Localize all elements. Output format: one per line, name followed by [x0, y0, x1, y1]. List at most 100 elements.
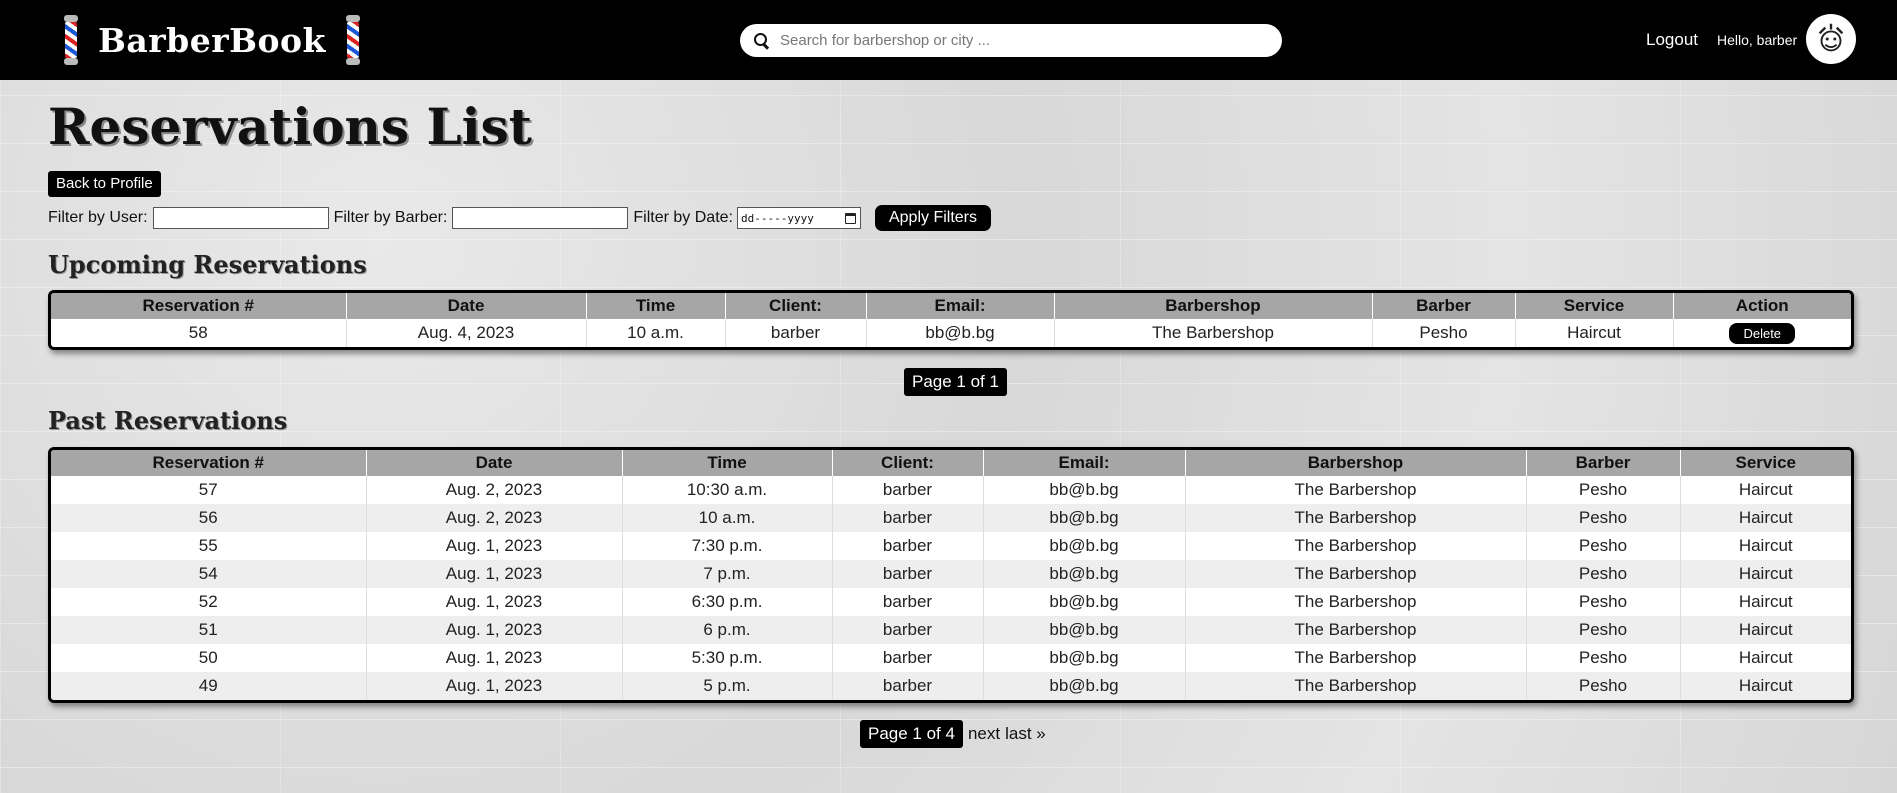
table-row: 54 Aug. 1, 2023 7 p.m. barber bb@b.bg The Bar… [51, 560, 1851, 588]
table-cell: Haircut [1680, 616, 1851, 644]
table-cell: Pesho [1526, 588, 1681, 616]
column-header: Service [1680, 450, 1851, 476]
table-cell: Aug. 2, 2023 [366, 504, 623, 532]
past-reservations-table: Reservation # Date Time Client: Email: Barber… [48, 447, 1854, 703]
page-title: Reservations List [48, 97, 532, 156]
filter-barber-label: Filter by Barber: [333, 209, 448, 226]
table-cell: barber [832, 616, 984, 644]
table-cell: barber [832, 672, 984, 700]
apply-filters-button[interactable]: Apply Filters [874, 205, 992, 231]
table-cell: Haircut [1680, 560, 1851, 588]
table-cell: 54 [51, 560, 367, 588]
column-header: Date [366, 450, 623, 476]
top-navbar: BarberBook Logout Hello, barber [0, 0, 1897, 80]
column-header: Email: [983, 450, 1186, 476]
table-cell: barber [725, 319, 867, 347]
search-icon [752, 31, 772, 51]
column-header: Barbershop [1054, 293, 1373, 319]
table-cell: bb@b.bg [983, 476, 1186, 504]
delete-button[interactable]: Delete [1729, 322, 1796, 344]
table-cell: 50 [51, 644, 367, 672]
table-cell: The Barbershop [1185, 672, 1527, 700]
table-row: 57 Aug. 2, 2023 10:30 a.m. barber bb@b.bg The… [51, 476, 1851, 504]
back-to-profile-button[interactable]: Back to Profile [48, 171, 161, 197]
table-cell: barber [832, 588, 984, 616]
table-row: 58 Aug. 4, 2023 10 a.m. barber bb@b.bg The Ba… [51, 319, 1851, 347]
filter-date-input[interactable]: dd-----yyyy [736, 207, 861, 229]
last-page-link[interactable]: last » [1005, 724, 1046, 744]
table-cell: The Barbershop [1054, 319, 1373, 347]
table-cell: 52 [51, 588, 367, 616]
calendar-icon[interactable] [844, 212, 856, 224]
column-header: Barber [1372, 293, 1516, 319]
table-cell: Pesho [1526, 560, 1681, 588]
table-cell: bb@b.bg [983, 672, 1186, 700]
table-cell: 10 a.m. [586, 319, 726, 347]
table-cell: Haircut [1738, 648, 1793, 667]
table-cell: Aug. 1, 2023 [366, 644, 623, 672]
avatar[interactable] [1806, 14, 1856, 64]
user-greeting: Hello, barber [1717, 32, 1798, 48]
table-row: 52 Aug. 1, 2023 6:30 p.m. barber bb@b.bg The … [51, 588, 1851, 616]
table-cell: The Barbershop [1185, 532, 1527, 560]
date-placeholder: dd-----yyyy [740, 211, 814, 225]
column-header: Barber [1526, 450, 1681, 476]
table-cell: bb@b.bg [983, 616, 1186, 644]
column-header: Email: [866, 293, 1055, 319]
table-cell: 5 p.m. [622, 672, 833, 700]
table-cell: bb@b.bg [983, 504, 1186, 532]
table-cell: 6 p.m. [622, 616, 833, 644]
brand-name[interactable]: BarberBook [98, 21, 326, 60]
table-cell: Aug. 1, 2023 [366, 672, 623, 700]
table-cell: bb@b.bg [983, 644, 1186, 672]
table-cell: The Barbershop [1185, 560, 1527, 588]
table-cell: Pesho [1526, 532, 1681, 560]
column-header: Barbershop [1185, 450, 1527, 476]
logout-link[interactable]: Logout [1646, 30, 1698, 50]
table-cell: 10 a.m. [622, 504, 833, 532]
search-bar[interactable] [740, 24, 1282, 57]
column-header: Client: [725, 293, 867, 319]
column-header: Client: [832, 450, 984, 476]
search-input[interactable] [780, 32, 1260, 49]
table-cell: barber [832, 504, 984, 532]
upcoming-reservations-table: Reservation # Date Time Client: Email: Barber… [48, 290, 1854, 350]
table-cell: Haircut [1680, 672, 1851, 700]
table-cell: 56 [51, 504, 367, 532]
table-cell: Pesho [1372, 319, 1516, 347]
table-cell: Pesho [1526, 504, 1681, 532]
table-cell: 58 [51, 319, 347, 347]
table-row: 55 Aug. 1, 2023 7:30 p.m. barber bb@b.bg The … [51, 532, 1851, 560]
table-cell: barber [832, 644, 984, 672]
table-cell: Pesho [1526, 476, 1681, 504]
table-cell: 55 [51, 532, 367, 560]
table-cell: 10:30 a.m. [622, 476, 833, 504]
table-cell: bb@b.bg [983, 588, 1186, 616]
table-cell: The Barbershop [1185, 476, 1527, 504]
filter-barber-input[interactable] [452, 207, 629, 229]
barber-avatar-icon [1818, 23, 1844, 52]
brand-logo[interactable]: BarberBook [62, 12, 362, 68]
table-cell: 57 [51, 476, 367, 504]
page-indicator: Page 1 of 1 [904, 368, 1007, 396]
table-cell: Haircut [1738, 536, 1793, 555]
table-cell: Aug. 4, 2023 [346, 319, 587, 347]
past-section-title: Past Reservations [48, 406, 288, 435]
column-header: Service [1515, 293, 1674, 319]
next-page-link[interactable]: next [968, 724, 1000, 744]
column-header: Reservation # [51, 293, 347, 319]
table-cell: bb@b.bg [983, 532, 1186, 560]
table-cell: 49 [51, 672, 367, 700]
table-cell: barber [832, 532, 984, 560]
past-pagination: Page 1 of 4 next last » [860, 720, 1046, 748]
table-cell: 6:30 p.m. [622, 588, 833, 616]
table-cell: Aug. 1, 2023 [366, 588, 623, 616]
column-header: Time [622, 450, 833, 476]
table-cell: Haircut [1738, 480, 1793, 499]
table-row: 51 Aug. 1, 2023 6 p.m. barber bb@b.bg The Bar… [51, 616, 1851, 644]
filter-date-label: Filter by Date: [633, 209, 733, 226]
barber-pole-icon [62, 15, 80, 65]
filter-user-label: Filter by User: [48, 209, 148, 226]
filter-user-input[interactable] [152, 207, 329, 229]
table-cell: Pesho [1526, 616, 1681, 644]
